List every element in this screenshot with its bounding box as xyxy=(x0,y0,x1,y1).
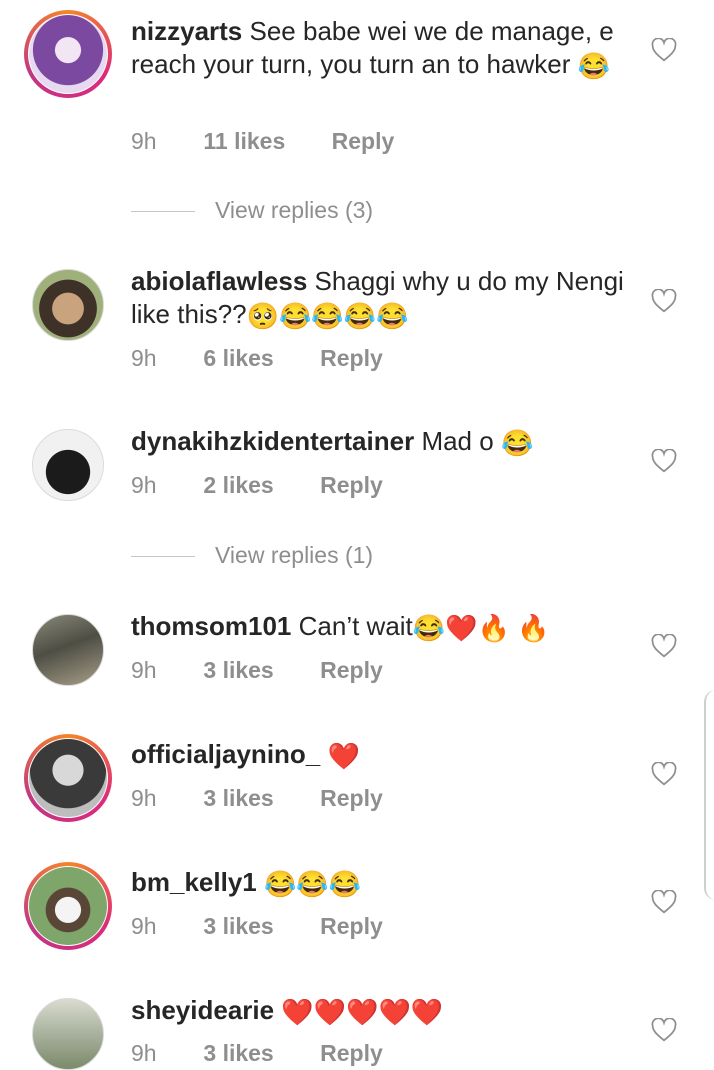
comment-likes[interactable]: 6 likes xyxy=(203,345,273,372)
comment-likes[interactable]: 11 likes xyxy=(203,128,285,155)
avatar xyxy=(32,269,104,341)
comment-username[interactable]: bm_kelly1 xyxy=(131,867,257,897)
comment-emojis: 🥺😂😂😂😂 xyxy=(246,301,409,331)
heart-outline-icon[interactable] xyxy=(651,289,677,313)
divider-line xyxy=(131,556,195,558)
comment-meta: 9h 6 likes Reply xyxy=(131,345,383,372)
comment-meta: 9h 3 likes Reply xyxy=(131,785,383,812)
comment-username[interactable]: abiolaflawless xyxy=(131,266,307,296)
heart-outline-icon[interactable] xyxy=(651,634,677,658)
story-avatar[interactable] xyxy=(24,10,112,98)
comment-username[interactable]: nizzyarts xyxy=(131,16,242,46)
avatar xyxy=(29,867,107,945)
avatar xyxy=(29,739,107,817)
comment-username[interactable]: officialjaynino_ xyxy=(131,739,320,769)
reply-button[interactable]: Reply xyxy=(320,657,383,684)
comment-text: Can’t wait xyxy=(298,611,413,641)
reply-button[interactable]: Reply xyxy=(320,913,383,940)
comment-meta: 9h 3 likes Reply xyxy=(131,913,383,940)
comment-time: 9h xyxy=(131,345,157,371)
comment-time: 9h xyxy=(131,913,157,939)
avatar-wrap[interactable] xyxy=(32,269,104,341)
comment-meta: 9h 11 likes Reply xyxy=(131,128,394,155)
reply-button[interactable]: Reply xyxy=(332,128,395,155)
comment-meta: 9h 3 likes Reply xyxy=(131,657,383,684)
comment-username[interactable]: dynakihzkidentertainer xyxy=(131,426,414,456)
heart-outline-icon[interactable] xyxy=(651,449,677,473)
comment-time: 9h xyxy=(131,657,157,683)
view-replies-button[interactable]: View replies (3) xyxy=(131,197,373,224)
comment-likes[interactable]: 3 likes xyxy=(203,657,273,684)
heart-outline-icon[interactable] xyxy=(651,38,677,62)
avatar xyxy=(32,614,104,686)
comment-time: 9h xyxy=(131,1040,157,1066)
comment-meta: 9h 3 likes Reply xyxy=(131,1040,383,1067)
comment-text: Mad o xyxy=(421,426,494,456)
scroll-edge[interactable] xyxy=(704,690,714,900)
comment-likes[interactable]: 3 likes xyxy=(203,1040,273,1067)
reply-button[interactable]: Reply xyxy=(320,1040,383,1067)
story-avatar[interactable] xyxy=(24,862,112,950)
avatar-wrap[interactable] xyxy=(32,998,104,1070)
comment-emojis: 😂❤️🔥 🔥 xyxy=(412,613,550,643)
view-replies-button[interactable]: View replies (1) xyxy=(131,542,373,569)
comment-emojis: 😂😂😂 xyxy=(263,869,362,899)
divider-line xyxy=(131,211,195,213)
comment-emojis: ❤️❤️❤️❤️❤️ xyxy=(281,997,444,1027)
comment-username[interactable]: thomsom101 xyxy=(131,611,291,641)
reply-button[interactable]: Reply xyxy=(320,345,383,372)
comment-meta: 9h 2 likes Reply xyxy=(131,472,383,499)
avatar xyxy=(32,998,104,1070)
comment-emojis: ❤️ xyxy=(327,741,360,771)
reply-button[interactable]: Reply xyxy=(320,785,383,812)
comment-time: 9h xyxy=(131,472,157,498)
avatar-wrap[interactable] xyxy=(32,429,104,501)
comment-username[interactable]: sheyidearie xyxy=(131,995,274,1025)
comment-time: 9h xyxy=(131,785,157,811)
comment-emojis: 😂 xyxy=(577,51,610,81)
comment-likes[interactable]: 3 likes xyxy=(203,785,273,812)
avatar xyxy=(32,429,104,501)
avatar xyxy=(29,15,107,93)
avatar-wrap[interactable] xyxy=(32,614,104,686)
heart-outline-icon[interactable] xyxy=(651,1018,677,1042)
comment-emojis: 😂 xyxy=(500,428,534,458)
comment-time: 9h xyxy=(131,128,157,154)
story-avatar[interactable] xyxy=(24,734,112,822)
comment-likes[interactable]: 3 likes xyxy=(203,913,273,940)
heart-outline-icon[interactable] xyxy=(651,890,677,914)
comment-likes[interactable]: 2 likes xyxy=(203,472,273,499)
heart-outline-icon[interactable] xyxy=(651,762,677,786)
reply-button[interactable]: Reply xyxy=(320,472,383,499)
